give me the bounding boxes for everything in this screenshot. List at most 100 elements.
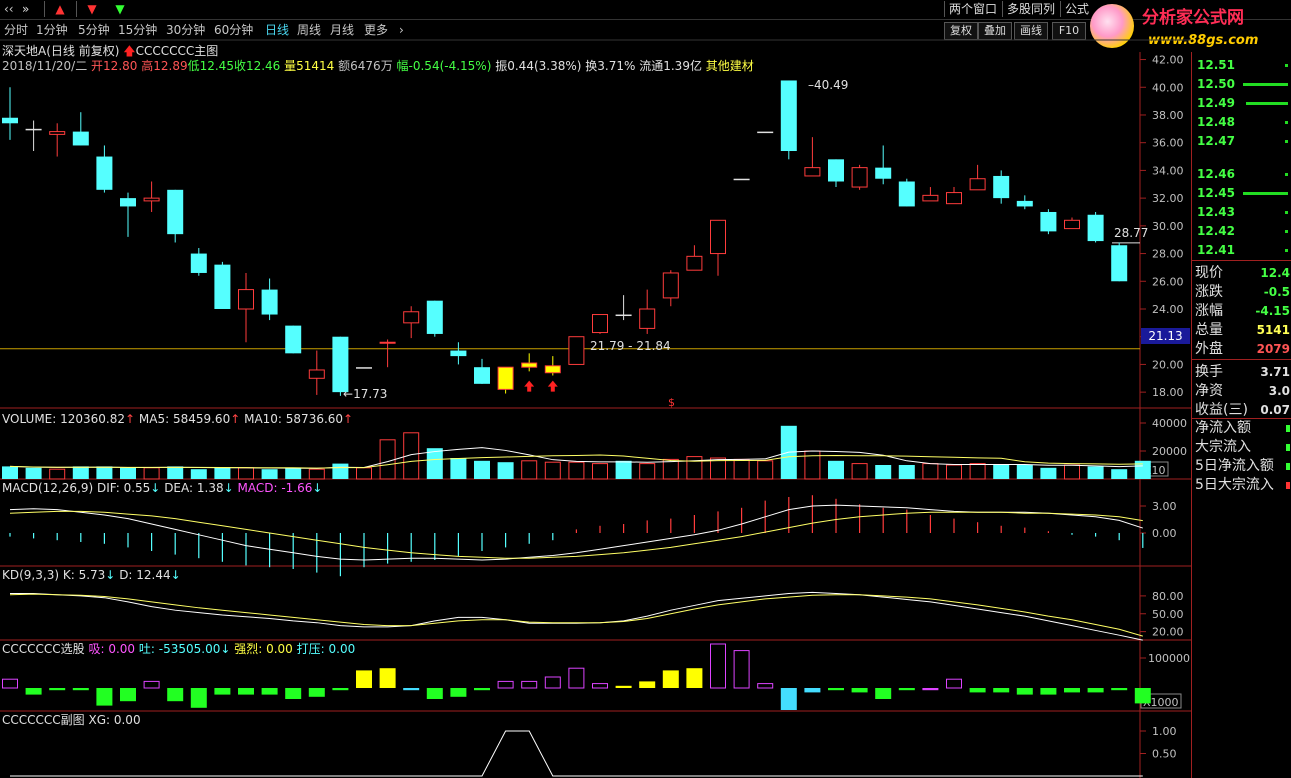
candle-body [568, 336, 585, 365]
volume-bar [72, 466, 89, 479]
vol-tick-label: 20000 [1152, 445, 1187, 458]
volume-ma10: MA10: 58736.60 [244, 412, 344, 426]
order-price: 12.42 [1197, 224, 1235, 238]
order-price: 12.50 [1197, 77, 1235, 91]
volume-title: VOLUME: 120360.82↑ MA5: 58459.60↑ MA10: … [2, 412, 354, 426]
order-bar [1243, 83, 1288, 86]
select-bar [662, 670, 679, 688]
stat-label: 净资 [1195, 383, 1223, 399]
volume-bar [662, 458, 679, 480]
flow-label: 大宗流入 [1195, 439, 1251, 455]
kd-d: D: 12.44 [119, 568, 171, 582]
divider [1192, 260, 1291, 261]
volume-bar [757, 460, 774, 480]
select-bar [167, 688, 184, 702]
order-row: 12.49 [1192, 95, 1291, 111]
stat-label: 收益(三) [1195, 402, 1248, 418]
flow-label: 5日净流入额 [1195, 458, 1274, 474]
candle-body [757, 131, 774, 134]
select-bar [332, 688, 349, 691]
select-bar [993, 688, 1010, 693]
select-bar [828, 688, 844, 691]
select-bar [450, 688, 467, 697]
buy-arrow-icon [524, 380, 535, 392]
volume-bar [1064, 464, 1080, 480]
select-bar [2, 678, 18, 689]
candle-body [1111, 245, 1128, 282]
volume-bar [592, 463, 608, 480]
candle-body [828, 159, 844, 182]
order-price: 12.45 [1197, 186, 1235, 200]
order-row: 12.48 [1192, 114, 1291, 130]
candle-body [993, 175, 1010, 199]
candle-body [190, 253, 207, 273]
volume-bar [875, 465, 892, 479]
volume-bar [851, 463, 868, 480]
select-bar [426, 688, 443, 699]
candle-body [261, 289, 278, 315]
candle-body [521, 362, 538, 368]
sub-title: CCCCCCC副图 XG: 0.00 [2, 713, 141, 727]
volume-bar [922, 463, 939, 480]
kd-k-line [10, 591, 1143, 641]
price-tick-label: 38.00 [1152, 109, 1184, 122]
select-bar [474, 688, 490, 691]
volume-bar [238, 467, 254, 480]
select-daya: 打压: 0.00 [296, 642, 356, 656]
volume-bar [285, 467, 302, 479]
select-qiang: 强烈: 0.00 [234, 642, 293, 656]
order-bar [1285, 64, 1288, 67]
volume-bar [308, 468, 325, 480]
select-bar [497, 680, 514, 689]
sub-xg: XG: 0.00 [88, 713, 141, 727]
stat-label: 换手 [1195, 364, 1223, 380]
volume-bar [120, 467, 136, 479]
volume-bar [143, 467, 160, 480]
volume-bar [96, 466, 113, 479]
select-tu: 吐: -53505.00 [138, 642, 221, 656]
candle-body [2, 117, 18, 124]
volume-bar [25, 467, 42, 479]
volume-bar [639, 463, 656, 480]
candle-body [120, 198, 136, 207]
cursor-price-label: 21.13 [1141, 328, 1190, 344]
order-bar [1285, 173, 1288, 176]
kline-chart[interactable]: 42.00 40.00 38.00 36.00 34.00 32.00 30.00 28.00… [0, 0, 1291, 778]
volume-bar [379, 439, 396, 480]
select-bar [544, 676, 561, 689]
select-bar [521, 680, 538, 689]
price-tick-label: 36.00 [1152, 137, 1184, 150]
volume-bar [1040, 467, 1057, 479]
price-tick-label: 40.00 [1152, 81, 1184, 94]
select-bar [639, 681, 656, 688]
candle-body [143, 197, 160, 202]
select-bar [403, 688, 420, 691]
macd-dea: DEA: 1.38 [164, 481, 224, 495]
macd-tick-label: 3.00 [1152, 500, 1177, 513]
candle-body [615, 314, 632, 317]
stat-value: 12.4 [1260, 266, 1290, 280]
candle-body [544, 365, 561, 374]
volume-bar [686, 456, 703, 480]
volume-bar [2, 466, 18, 479]
price-tick-label: 18.00 [1152, 386, 1184, 399]
select-bar [1040, 688, 1057, 695]
stat-value: 2079 [1256, 342, 1290, 356]
candle-body [450, 350, 467, 357]
candle-body [238, 289, 254, 310]
volume-bar [426, 448, 443, 479]
macd-title: MACD(12,26,9) DIF: 0.55↓ DEA: 1.38↓ MACD… [2, 481, 323, 495]
volume-bar [450, 458, 467, 479]
macd-name: MACD(12,26,9) [2, 481, 94, 495]
volume-bar [568, 461, 585, 480]
select-bar [710, 643, 726, 689]
kd-name: KD(9,3,3) [2, 568, 60, 582]
buy-arrow-icon [547, 380, 558, 392]
macd-dif: DIF: 0.55 [96, 481, 151, 495]
candle-body [379, 341, 396, 344]
sub-name: CCCCCCC副图 [2, 713, 85, 727]
volume-bar [261, 469, 278, 479]
candle-body [898, 181, 915, 207]
flow-label: 5日大宗流入 [1195, 477, 1274, 493]
sub-tick-label: 1.00 [1152, 725, 1177, 738]
